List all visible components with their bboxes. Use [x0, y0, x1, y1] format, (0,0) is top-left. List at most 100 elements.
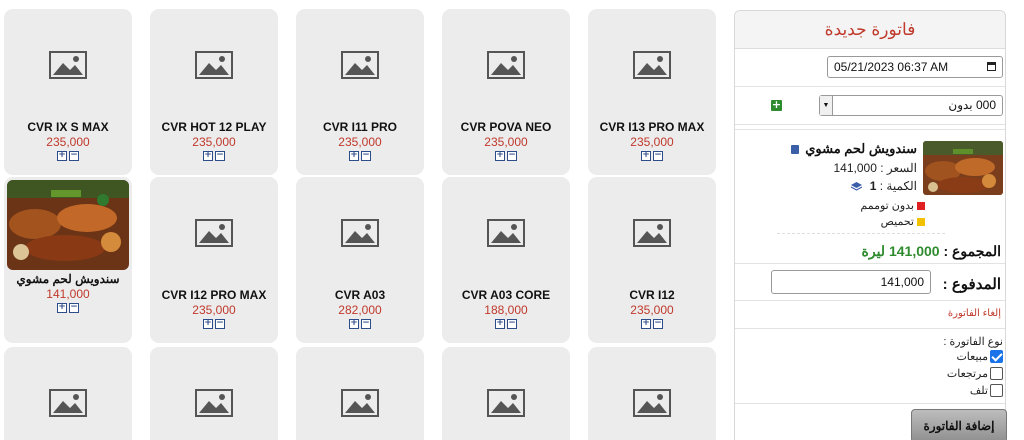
minus-icon[interactable]: −	[69, 151, 79, 161]
quantity-controls: + −	[150, 319, 278, 329]
product-price: 141,000	[46, 287, 90, 301]
trash-icon[interactable]	[790, 145, 799, 154]
checkbox[interactable]	[990, 350, 1003, 363]
datetime-row: 05/21/2023 06:37 AM	[735, 49, 1005, 87]
cancel-invoice-link[interactable]: إلغاء الفاتورة	[948, 308, 1001, 319]
type-damage-checkbox[interactable]: تلف	[970, 384, 1003, 397]
checkbox-label: مرتجعات	[946, 368, 988, 380]
yellow-square-icon	[917, 218, 925, 226]
item-option-1[interactable]: بدون توممم	[860, 199, 925, 212]
plus-icon[interactable]: +	[57, 303, 67, 313]
product-card[interactable]: CVR I13 PRO MAX 235,000 + −	[588, 9, 716, 175]
food-photo	[7, 180, 129, 270]
product-name: CVR I12 PRO MAX	[161, 288, 267, 302]
product-name: CVR POVA NEO	[460, 120, 552, 134]
minus-icon[interactable]: −	[361, 151, 371, 161]
item-name: سندويش لحم مشوي	[790, 141, 917, 157]
product-price: 188,000	[484, 303, 528, 317]
product-price: 282,000	[338, 303, 382, 317]
product-card[interactable]	[4, 347, 132, 440]
layers-icon[interactable]	[851, 182, 863, 191]
product-card[interactable]: CVR POVA NEO 235,000 + −	[442, 9, 570, 175]
plus-icon[interactable]: +	[495, 151, 505, 161]
product-price: 235,000	[630, 135, 674, 149]
product-name: CVR HOT 12 PLAY	[161, 120, 267, 134]
customer-select[interactable]: 000 بدون ▼	[819, 95, 1003, 116]
product-card[interactable]: سندويش لحم مشوي 141,000 + −	[4, 177, 132, 343]
product-price: 235,000	[192, 303, 236, 317]
product-card[interactable]	[296, 347, 424, 440]
plus-icon[interactable]: +	[203, 151, 213, 161]
chevron-down-icon[interactable]: ▼	[820, 96, 833, 115]
type-returns-checkbox[interactable]: مرتجعات	[947, 367, 1003, 380]
pos-screen: CVR I13 PRO MAX 235,000 + − CVR POVA NEO 235,…	[0, 0, 1024, 440]
image-placeholder-icon	[588, 9, 716, 121]
divider	[735, 129, 1005, 130]
product-card[interactable]	[150, 347, 278, 440]
quantity-controls: + −	[296, 151, 424, 161]
product-card[interactable]: CVR I12 235,000 + −	[588, 177, 716, 343]
invoice-type-label: نوع الفاتورة :	[943, 336, 1003, 348]
checkbox[interactable]	[990, 367, 1003, 380]
product-card[interactable]: CVR A03 CORE 188,000 + −	[442, 177, 570, 343]
plus-icon[interactable]: +	[349, 319, 359, 329]
plus-icon[interactable]: +	[641, 151, 651, 161]
invoice-line-item: سندويش لحم مشوي السعر : 141,000 الكمية :…	[737, 139, 1003, 239]
add-invoice-button[interactable]: إضافة الفاتورة	[911, 409, 1007, 440]
invoice-panel: فاتورة جديدة 05/21/2023 06:37 AM 000 بدو…	[734, 10, 1007, 440]
image-placeholder-icon	[442, 9, 570, 121]
checkbox-label: تلف	[969, 385, 988, 397]
item-option-2[interactable]: تحميص	[881, 215, 925, 228]
total-value: 141,000 ليرة	[861, 243, 940, 259]
quantity-controls: + −	[588, 319, 716, 329]
minus-icon[interactable]: −	[653, 151, 663, 161]
item-separator	[777, 233, 945, 234]
product-card[interactable]	[588, 347, 716, 440]
plus-icon[interactable]: +	[349, 151, 359, 161]
customer-row: 000 بدون ▼ +	[735, 87, 1005, 125]
minus-icon[interactable]: −	[507, 319, 517, 329]
product-card[interactable]	[442, 347, 570, 440]
quantity-controls: + −	[296, 319, 424, 329]
product-name: CVR I11 PRO	[322, 120, 398, 134]
image-placeholder-icon	[150, 347, 278, 440]
plus-icon[interactable]: +	[641, 319, 651, 329]
type-sales-checkbox[interactable]: مبيعات	[956, 350, 1003, 363]
datetime-input[interactable]: 05/21/2023 06:37 AM	[827, 56, 1003, 78]
customer-value: 000 بدون	[948, 98, 996, 112]
minus-icon[interactable]: −	[215, 151, 225, 161]
quantity-label: الكمية :	[879, 179, 917, 193]
plus-icon[interactable]: +	[57, 151, 67, 161]
quantity-controls: + −	[442, 151, 570, 161]
product-name: CVR I12	[629, 288, 675, 302]
product-card[interactable]: CVR I12 PRO MAX 235,000 + −	[150, 177, 278, 343]
total-label: المجموع :	[943, 243, 1001, 259]
plus-icon[interactable]: +	[203, 319, 213, 329]
product-card[interactable]: CVR I11 PRO 235,000 + −	[296, 9, 424, 175]
product-card[interactable]: CVR A03 282,000 + −	[296, 177, 424, 343]
minus-icon[interactable]: −	[215, 319, 225, 329]
product-name: CVR I13 PRO MAX	[599, 120, 705, 134]
paid-label: المدفوع :	[942, 276, 1001, 293]
quantity-controls: + −	[442, 319, 570, 329]
minus-icon[interactable]: −	[361, 319, 371, 329]
minus-icon[interactable]: −	[653, 319, 663, 329]
quantity-controls: + −	[150, 151, 278, 161]
product-name: CVR A03	[334, 288, 386, 302]
quantity-controls: + −	[4, 303, 132, 313]
paid-input[interactable]: 141,000	[771, 270, 931, 294]
image-placeholder-icon	[442, 347, 570, 440]
minus-icon[interactable]: −	[507, 151, 517, 161]
option-label: بدون توممم	[860, 200, 914, 212]
image-placeholder-icon	[296, 177, 424, 289]
minus-icon[interactable]: −	[69, 303, 79, 313]
checkbox[interactable]	[990, 384, 1003, 397]
divider	[735, 403, 1005, 404]
plus-icon[interactable]: +	[495, 319, 505, 329]
checkbox-label: مبيعات	[956, 351, 988, 363]
product-card[interactable]: CVR IX S MAX 235,000 + −	[4, 9, 132, 175]
product-price: 235,000	[192, 135, 236, 149]
calendar-icon[interactable]	[987, 62, 996, 71]
add-customer-icon[interactable]: +	[771, 99, 782, 111]
product-card[interactable]: CVR HOT 12 PLAY 235,000 + −	[150, 9, 278, 175]
